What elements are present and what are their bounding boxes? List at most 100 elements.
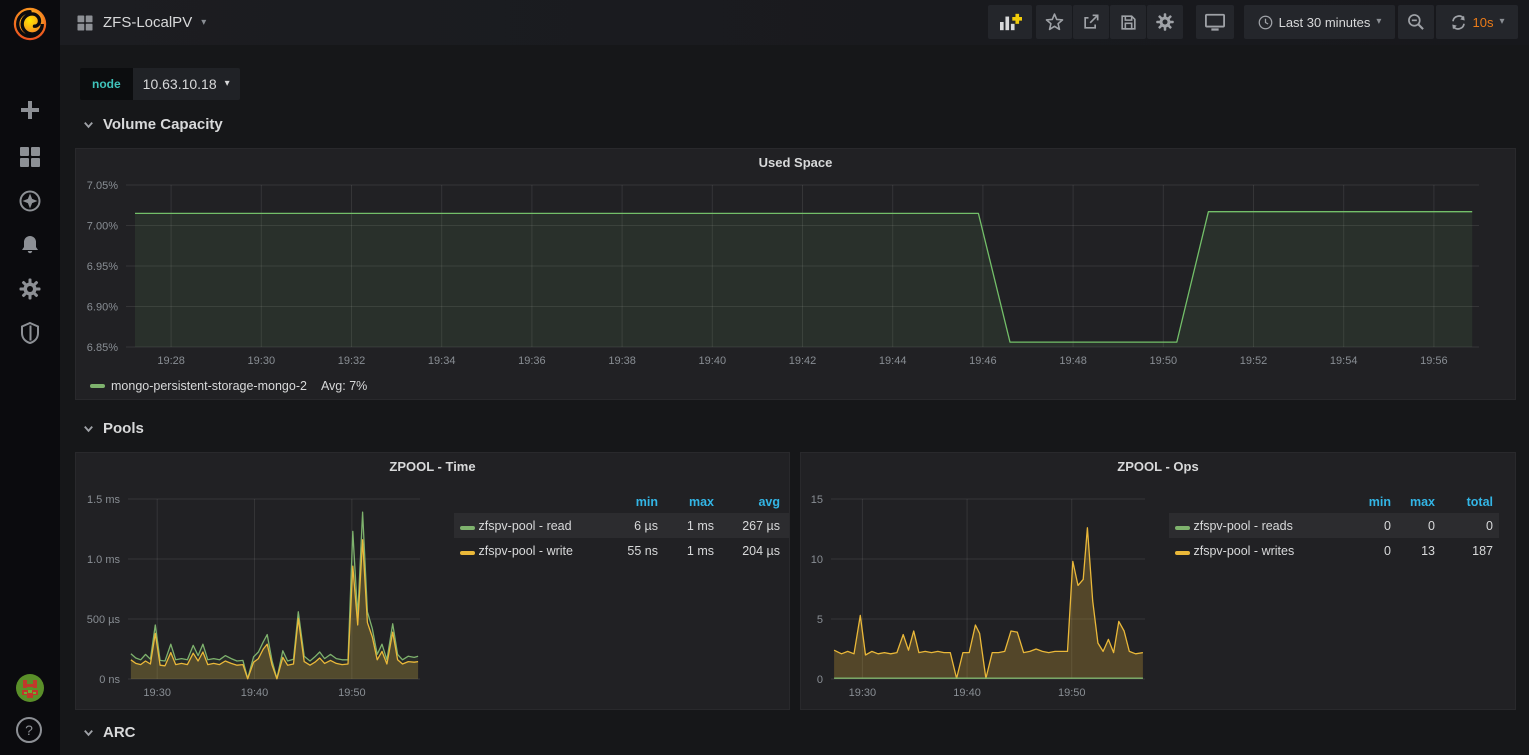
current-value: 172 µs [786, 513, 790, 538]
server-admin-shield-icon[interactable] [18, 321, 42, 345]
svg-text:19:50: 19:50 [1058, 687, 1086, 699]
svg-text:7.00%: 7.00% [87, 221, 118, 233]
max-value: 1 ms [664, 538, 720, 563]
svg-text:19:50: 19:50 [1150, 355, 1178, 367]
zpool-time-chart[interactable]: 19:3019:4019:500 ns500 µs1.0 ms1.5 ms [80, 479, 426, 705]
star-button[interactable] [1036, 5, 1072, 39]
svg-text:1.5 ms: 1.5 ms [87, 494, 121, 506]
add-panel-icon [998, 12, 1022, 32]
create-plus-icon[interactable] [18, 98, 42, 122]
legend-row: zfspv-pool - reads 0 0 0 [1169, 513, 1499, 538]
user-avatar[interactable] [15, 673, 45, 703]
svg-text:15: 15 [811, 494, 823, 506]
zpool-ops-panel-title[interactable]: ZPOOL - Ops [801, 459, 1515, 474]
series-name: mongo-persistent-storage-mongo-2 [111, 379, 307, 393]
svg-text:1.0 ms: 1.0 ms [87, 554, 121, 566]
used-space-legend-item[interactable]: mongo-persistent-storage-mongo-2 Avg: 7% [90, 379, 367, 393]
star-icon [1045, 13, 1064, 31]
zpool-ops-legend-table: min max total zfspv-pool - reads 0 0 0 z… [1169, 491, 1499, 563]
save-button[interactable] [1110, 5, 1146, 39]
node-value-text: 10.63.10.18 [143, 68, 217, 100]
svg-text:19:52: 19:52 [1240, 355, 1268, 367]
svg-text:19:40: 19:40 [699, 355, 727, 367]
refresh-button[interactable]: 10s ▾ [1436, 5, 1518, 39]
series-name-cell[interactable]: zfspv-pool - read [454, 513, 606, 538]
svg-text:10: 10 [811, 554, 823, 566]
node-variable-selector[interactable]: node 10.63.10.18 ▾ [80, 68, 240, 100]
series-color-dash [1175, 551, 1190, 555]
chevron-down-icon: ▾ [225, 79, 230, 89]
explore-compass-icon[interactable] [18, 189, 42, 213]
series-name-cell[interactable]: zfspv-pool - write [454, 538, 606, 563]
dashboard-squares-icon [76, 14, 94, 32]
alerting-bell-icon[interactable] [18, 233, 42, 257]
column-header[interactable]: max [664, 491, 720, 513]
svg-text:19:54: 19:54 [1330, 355, 1358, 367]
help-icon[interactable]: ? [15, 716, 45, 746]
min-value: 6 µs [606, 513, 664, 538]
section-arc[interactable]: ARC [82, 724, 136, 741]
column-header[interactable]: avg [720, 491, 786, 513]
refresh-icon [1450, 14, 1467, 31]
column-header[interactable]: current [786, 491, 790, 513]
svg-text:19:28: 19:28 [157, 355, 185, 367]
max-value: 0 [1397, 513, 1441, 538]
svg-text:5: 5 [817, 614, 823, 626]
node-variable-value[interactable]: 10.63.10.18 ▾ [133, 68, 240, 100]
svg-text:19:30: 19:30 [143, 687, 171, 699]
svg-text:19:40: 19:40 [953, 687, 981, 699]
column-header[interactable]: max [1397, 491, 1441, 513]
column-header[interactable]: min [1349, 491, 1397, 513]
share-icon [1081, 12, 1101, 32]
min-value: 55 ns [606, 538, 664, 563]
zoom-out-button[interactable] [1398, 5, 1434, 39]
column-header[interactable]: total [1441, 491, 1499, 513]
grafana-logo[interactable] [11, 5, 49, 43]
dashboard-settings-button[interactable] [1147, 5, 1183, 39]
legend-row: zfspv-pool - read 6 µs 1 ms 267 µs 172 µ… [454, 513, 790, 538]
node-variable-label: node [80, 68, 133, 100]
min-value: 0 [1349, 538, 1397, 563]
gear-icon [1155, 12, 1175, 32]
svg-text:19:48: 19:48 [1059, 355, 1087, 367]
used-space-panel-title[interactable]: Used Space [76, 155, 1515, 170]
dashboards-icon[interactable] [18, 145, 42, 169]
section-volume-capacity[interactable]: Volume Capacity [82, 116, 223, 133]
chevron-down-icon [82, 118, 95, 131]
series-name-cell[interactable]: zfspv-pool - reads [1169, 513, 1349, 538]
zpool-ops-chart[interactable]: 19:30 19:40 19:50 0 5 10 15 [807, 479, 1153, 705]
dashboard-title-dropdown[interactable]: ZFS-LocalPV ▾ [76, 0, 206, 45]
svg-text:19:40: 19:40 [241, 687, 269, 699]
series-avg: Avg: 7% [321, 379, 367, 393]
legend-row: zfspv-pool - writes 0 13 187 [1169, 538, 1499, 563]
svg-text:?: ? [25, 722, 33, 738]
svg-text:6.90%: 6.90% [87, 302, 118, 314]
add-panel-button[interactable] [988, 5, 1032, 39]
svg-text:0: 0 [817, 674, 823, 686]
time-range-picker[interactable]: Last 30 minutes ▾ [1244, 5, 1395, 39]
svg-text:7.05%: 7.05% [87, 180, 118, 192]
svg-text:0 ns: 0 ns [99, 674, 120, 686]
column-header[interactable]: min [606, 491, 664, 513]
max-value: 13 [1397, 538, 1441, 563]
dashboard-title: ZFS-LocalPV [103, 14, 192, 31]
used-space-panel: Used Space 19:2819:3019:3219:3419:3619:3… [75, 148, 1516, 400]
section-pools[interactable]: Pools [82, 420, 144, 437]
cycle-view-mode-button[interactable] [1196, 5, 1234, 39]
avg-value: 267 µs [720, 513, 786, 538]
zpool-time-panel: ZPOOL - Time 19:3019:4019:500 ns500 µs1.… [75, 452, 790, 710]
share-button[interactable] [1073, 5, 1109, 39]
series-color-dash [90, 384, 105, 388]
refresh-interval-label: 10s [1473, 15, 1494, 30]
chevron-down-icon: ▾ [201, 18, 206, 28]
total-value: 0 [1441, 513, 1499, 538]
zpool-time-panel-title[interactable]: ZPOOL - Time [76, 459, 789, 474]
series-name-cell[interactable]: zfspv-pool - writes [1169, 538, 1349, 563]
svg-text:19:30: 19:30 [849, 687, 877, 699]
configuration-gear-icon[interactable] [18, 277, 42, 301]
avg-value: 204 µs [720, 538, 786, 563]
sidebar: ? [0, 0, 60, 755]
used-space-chart[interactable]: 19:2819:3019:3219:3419:3619:3819:4019:42… [86, 175, 1507, 373]
svg-text:19:32: 19:32 [338, 355, 366, 367]
total-value: 187 [1441, 538, 1499, 563]
